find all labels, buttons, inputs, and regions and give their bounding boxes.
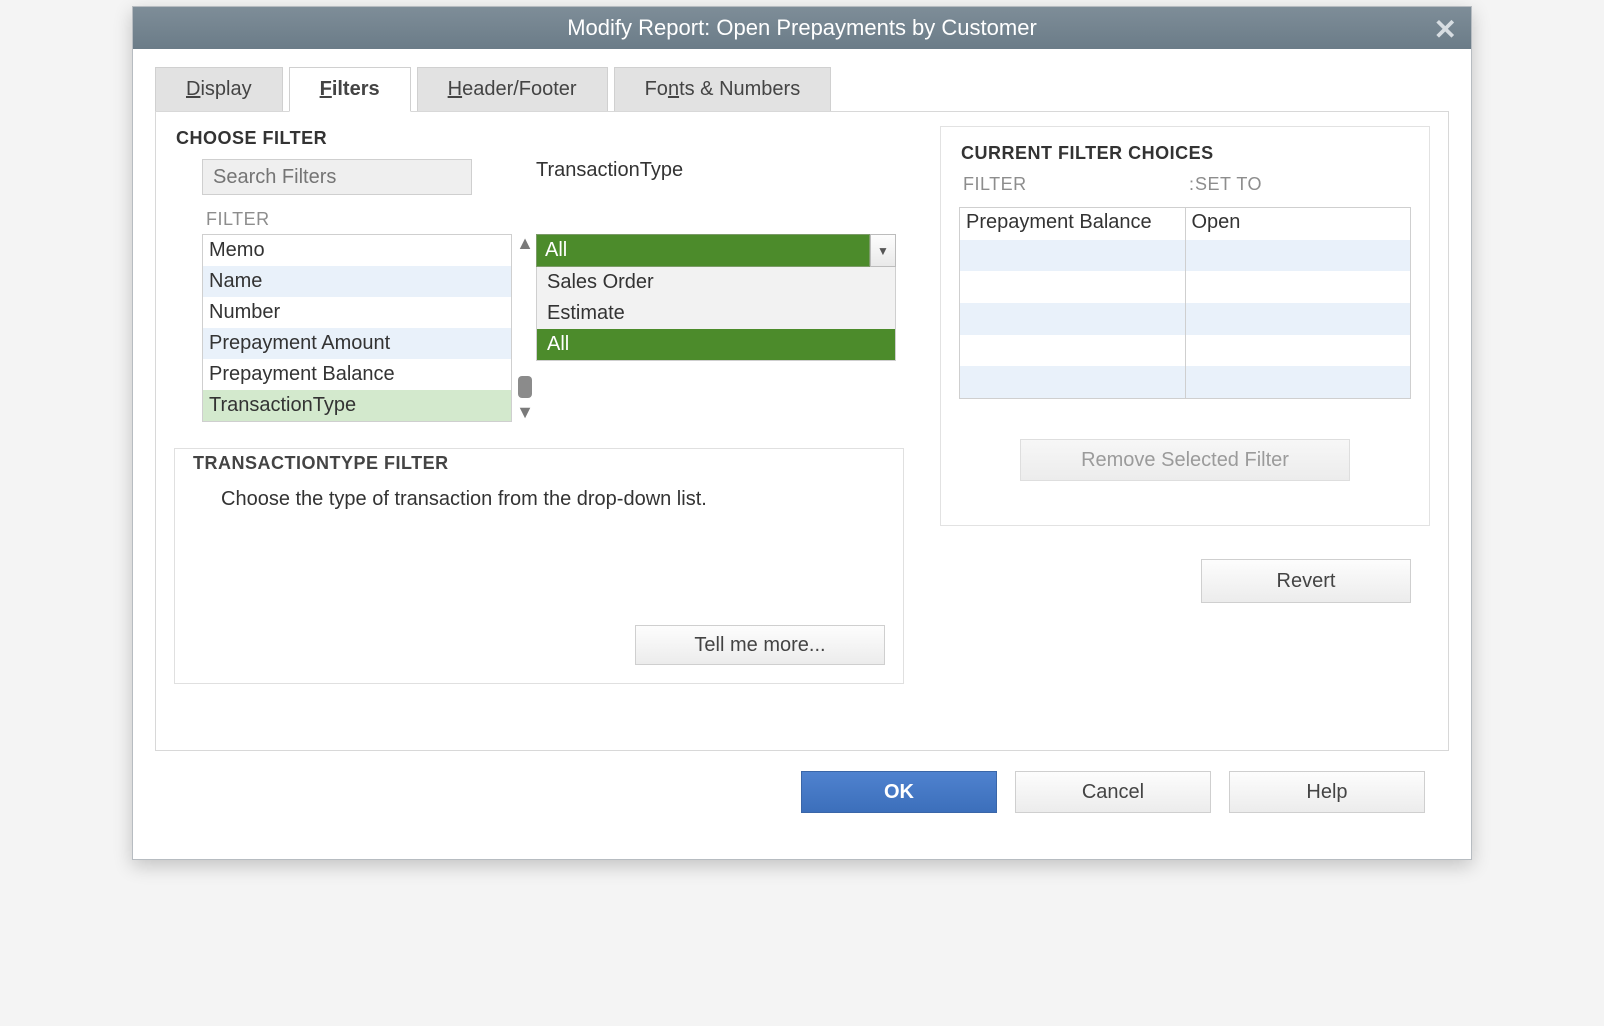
search-filters-input[interactable]	[202, 159, 472, 195]
choice-setto-0[interactable]: Open	[1185, 208, 1411, 240]
tab-fonts-numbers[interactable]: Fonts & Numbers	[614, 67, 832, 112]
combo-value[interactable]: All	[536, 234, 870, 267]
current-filter-table[interactable]: Prepayment BalanceOpen	[959, 207, 1411, 399]
current-filter-panel: CURRENT FILTER CHOICES FILTER ׃ SET TO P…	[940, 126, 1430, 526]
help-button[interactable]: Help	[1229, 771, 1425, 813]
scroll-up-icon[interactable]: ▲	[516, 233, 534, 254]
filter-item-name[interactable]: Name	[203, 266, 511, 297]
choose-filter-heading: CHOOSE FILTER	[176, 128, 914, 149]
choices-head-filter: FILTER	[959, 174, 1185, 201]
filter-list[interactable]: Memo Name Number Prepayment Amount Prepa…	[202, 234, 512, 422]
tab-header-footer[interactable]: Header/Footer	[417, 67, 608, 112]
ok-button[interactable]: OK	[801, 771, 997, 813]
filter-description-title: TRANSACTIONTYPE FILTER	[193, 453, 885, 474]
dropdown-option-estimate[interactable]: Estimate	[537, 298, 895, 329]
modify-report-dialog: Modify Report: Open Prepayments by Custo…	[132, 6, 1472, 860]
choice-empty	[960, 240, 1185, 272]
tell-me-more-button[interactable]: Tell me more...	[635, 625, 885, 665]
dropdown-option-all[interactable]: All	[537, 329, 895, 360]
revert-button[interactable]: Revert	[1201, 559, 1411, 603]
dialog-title: Modify Report: Open Prepayments by Custo…	[567, 15, 1037, 41]
filter-column-head: FILTER	[206, 209, 512, 230]
remove-selected-filter-button[interactable]: Remove Selected Filter	[1020, 439, 1350, 481]
scroll-down-icon[interactable]: ▼	[516, 402, 534, 423]
filter-description-box: TRANSACTIONTYPE FILTER Choose the type o…	[174, 448, 904, 684]
close-icon[interactable]: ✕	[1434, 13, 1457, 46]
transaction-type-dropdown: Sales Order Estimate All	[536, 267, 896, 361]
filter-item-memo[interactable]: Memo	[203, 235, 511, 266]
cancel-button[interactable]: Cancel	[1015, 771, 1211, 813]
tab-display[interactable]: Display	[155, 67, 283, 112]
filter-item-prepay-amount[interactable]: Prepayment Amount	[203, 328, 511, 359]
tab-filters[interactable]: Filters	[289, 67, 411, 112]
dialog-button-row: OK Cancel Help	[155, 751, 1449, 837]
filter-item-transaction-type[interactable]: TransactionType	[203, 390, 511, 421]
filter-list-scroll[interactable]: ▲ ▼	[513, 233, 537, 423]
choice-filter-0[interactable]: Prepayment Balance	[960, 208, 1185, 240]
filter-item-prepay-balance[interactable]: Prepayment Balance	[203, 359, 511, 390]
transaction-type-combo[interactable]: All ▼	[536, 234, 896, 267]
filter-item-number[interactable]: Number	[203, 297, 511, 328]
scroll-thumb[interactable]	[518, 376, 532, 398]
dropdown-option-sales-order[interactable]: Sales Order	[537, 267, 895, 298]
chevron-down-icon[interactable]: ▼	[870, 234, 896, 267]
filters-panel: CHOOSE FILTER FILTER Memo Name Number Pr…	[155, 111, 1449, 751]
current-filter-heading: CURRENT FILTER CHOICES	[961, 143, 1411, 164]
titlebar: Modify Report: Open Prepayments by Custo…	[133, 7, 1471, 49]
tab-strip: Display Filters Header/Footer Fonts & Nu…	[155, 67, 1449, 112]
transaction-type-label: TransactionType	[536, 159, 914, 182]
filter-description-text: Choose the type of transaction from the …	[221, 488, 885, 511]
choices-head-setto: ׃ SET TO	[1185, 174, 1411, 201]
